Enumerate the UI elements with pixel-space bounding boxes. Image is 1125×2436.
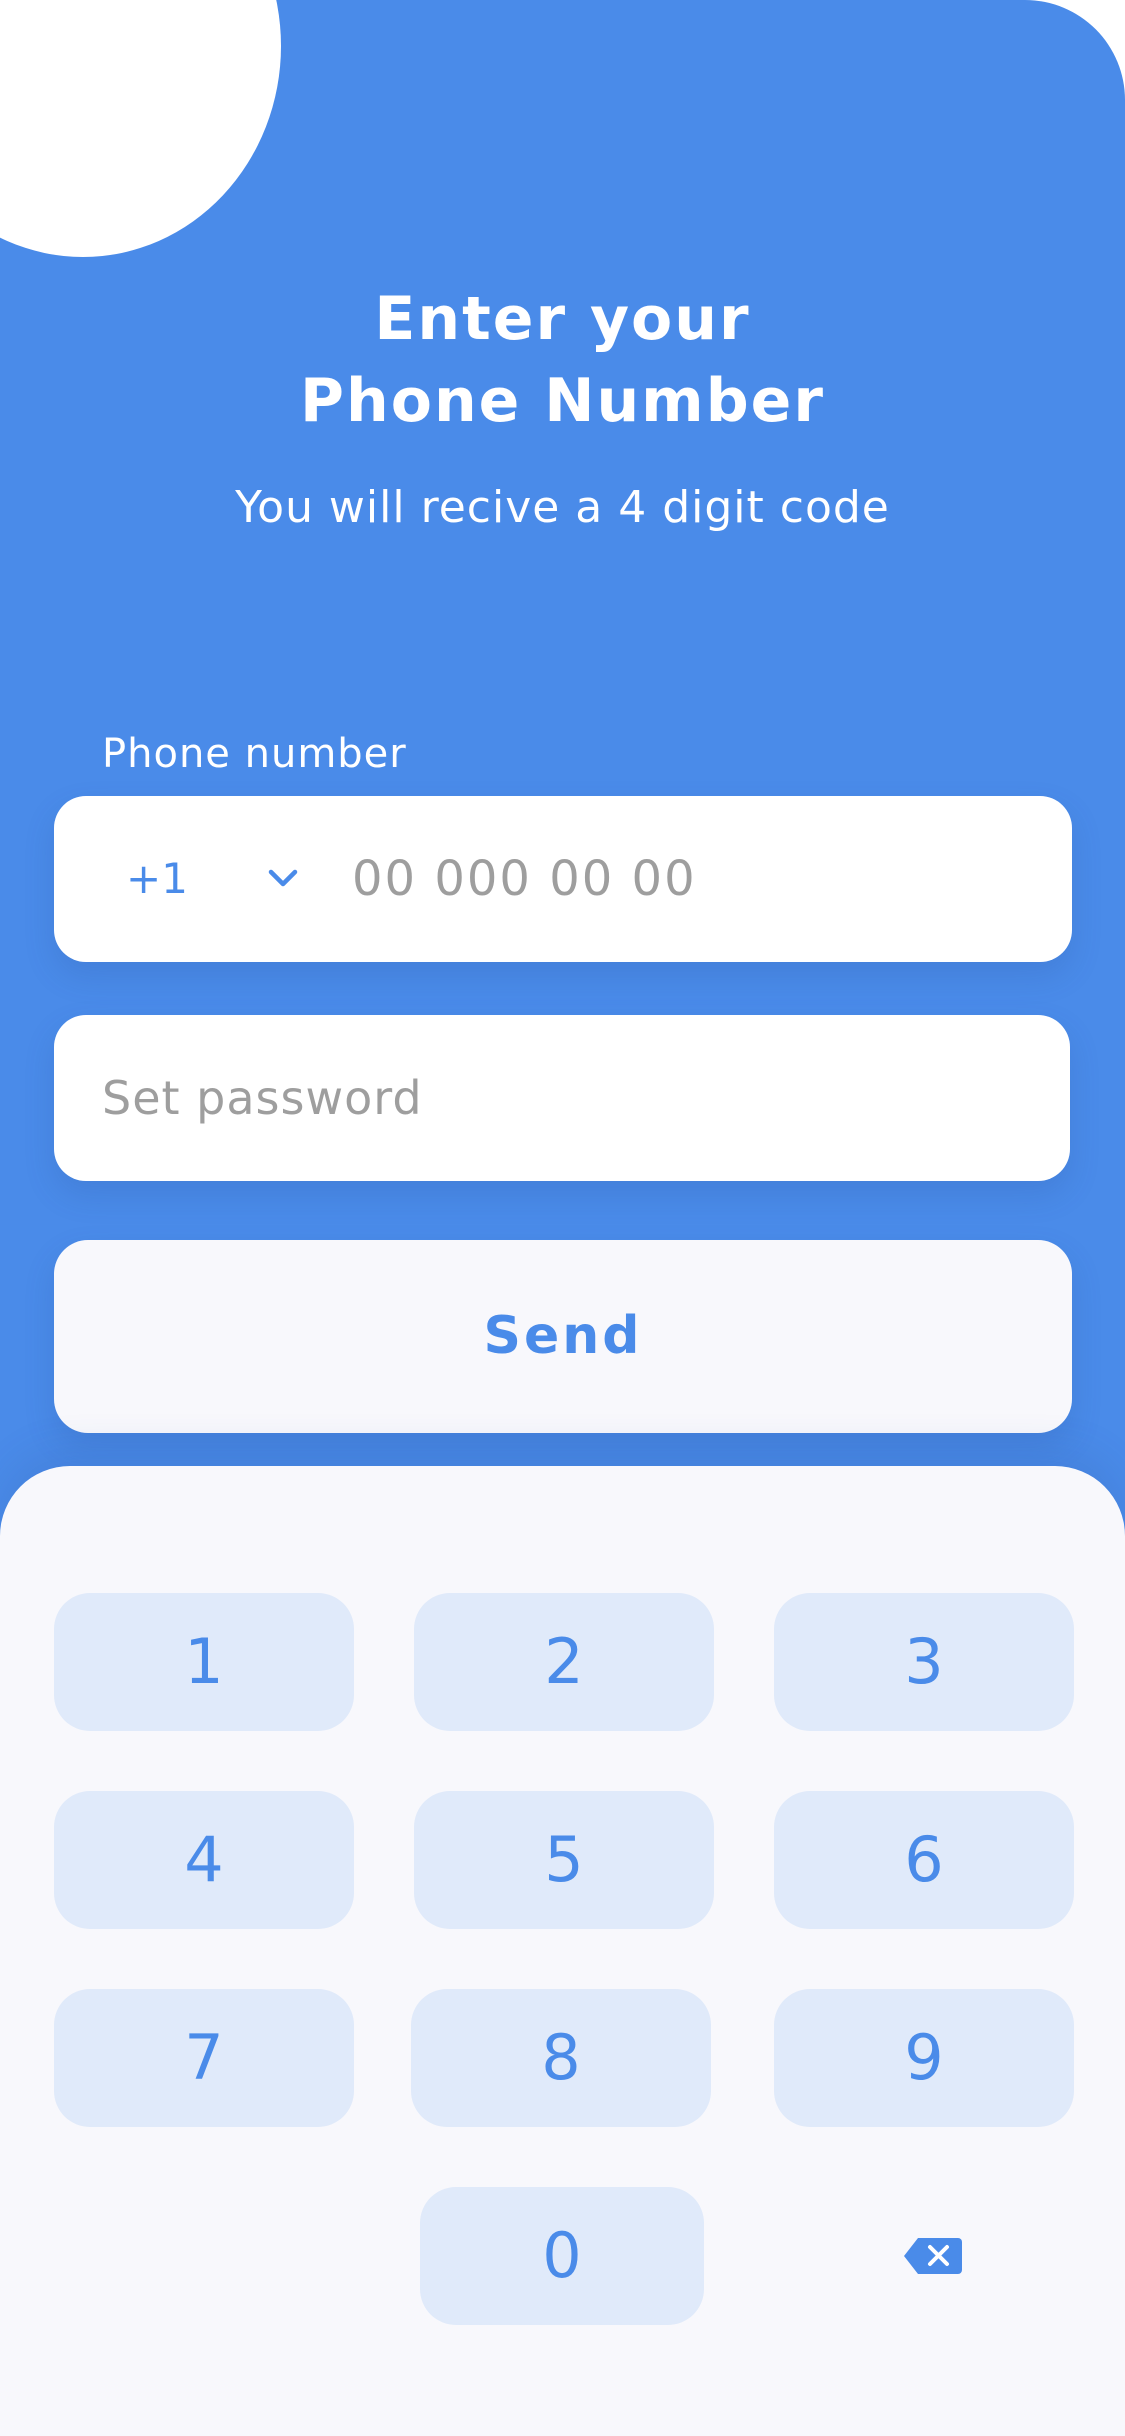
phone-entry-screen: Enter your Phone Number You will recive … <box>0 0 1125 2436</box>
key-0[interactable]: 0 <box>420 2187 704 2325</box>
password-input[interactable] <box>102 1059 1022 1137</box>
key-6[interactable]: 6 <box>774 1791 1074 1929</box>
back-button[interactable] <box>0 0 281 257</box>
phone-number-input[interactable] <box>352 840 1032 918</box>
numeric-keypad: 1 2 3 4 5 6 7 8 9 0 <box>0 1466 1125 2436</box>
phone-number-label: Phone number <box>102 731 407 777</box>
password-field <box>54 1015 1070 1181</box>
key-7[interactable]: 7 <box>54 1989 354 2127</box>
key-4[interactable]: 4 <box>54 1791 354 1929</box>
page-title-line-2: Phone Number <box>300 366 825 436</box>
key-8[interactable]: 8 <box>411 1989 711 2127</box>
key-3[interactable]: 3 <box>774 1593 1074 1731</box>
page-title-line-1: Enter your <box>374 284 751 354</box>
key-1[interactable]: 1 <box>54 1593 354 1731</box>
chevron-down-icon[interactable] <box>266 858 300 898</box>
key-5[interactable]: 5 <box>414 1791 714 1929</box>
backspace-icon[interactable] <box>902 2236 964 2276</box>
page-subtitle: You will recive a 4 digit code <box>235 482 890 533</box>
page-title: Enter your Phone Number <box>0 278 1125 442</box>
country-code-selector[interactable]: +1 <box>126 850 188 908</box>
key-2[interactable]: 2 <box>414 1593 714 1731</box>
key-9[interactable]: 9 <box>774 1989 1074 2127</box>
phone-number-field: +1 <box>54 796 1072 962</box>
send-button[interactable]: Send <box>54 1240 1072 1433</box>
